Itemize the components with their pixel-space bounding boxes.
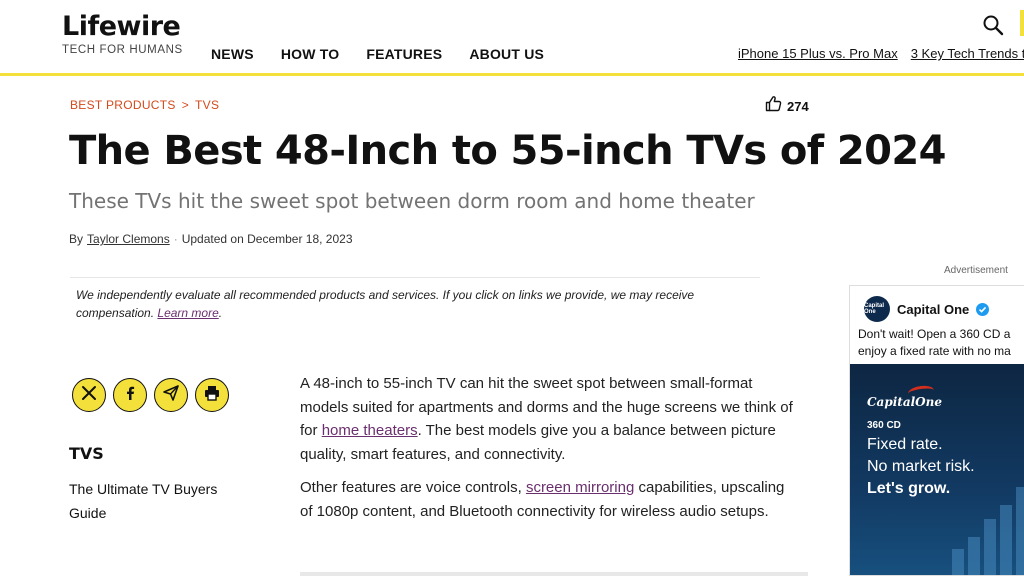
ad-headline-3: Let's grow.	[867, 480, 951, 497]
share-buttons	[72, 378, 229, 412]
ad-brand-avatar: Capital One	[864, 296, 890, 322]
screen-mirroring-link[interactable]: screen mirroring	[526, 479, 634, 496]
content-divider	[300, 572, 808, 576]
logo-wordmark[interactable]: Lifewire	[62, 12, 183, 42]
article-body: A 48-inch to 55-inch TV can hit the swee…	[300, 372, 800, 533]
search-icon[interactable]	[982, 14, 1004, 36]
breadcrumb: BEST PRODUCTS > TVS	[70, 98, 219, 112]
p2-text-a: Other features are voice controls,	[300, 479, 526, 496]
byline: By Taylor Clemons · Updated on December …	[69, 232, 353, 246]
share-email-button[interactable]	[154, 378, 188, 412]
advertisement[interactable]: Capital One Capital One Don't wait! Open…	[849, 285, 1024, 576]
print-button[interactable]	[195, 378, 229, 412]
ad-brand-name[interactable]: Capital One	[897, 302, 969, 317]
share-facebook-button[interactable]	[113, 378, 147, 412]
ad-headline-1: Fixed rate.	[867, 436, 943, 453]
ad-chart-bar	[1016, 487, 1024, 575]
article-paragraph-1: A 48-inch to 55-inch TV can hit the swee…	[300, 372, 800, 466]
share-x-button[interactable]	[72, 378, 106, 412]
nav-news[interactable]: NEWS	[211, 46, 254, 62]
send-icon	[162, 384, 180, 407]
disclosure-notice: We independently evaluate all recommende…	[70, 277, 760, 328]
ad-chart-bar	[984, 519, 996, 575]
byline-separator: ·	[173, 232, 178, 246]
disclosure-period: .	[218, 306, 223, 320]
ad-header: Capital One Capital One	[864, 296, 990, 322]
ad-chart-bar	[1000, 505, 1012, 575]
trending-link-iphone[interactable]: iPhone 15 Plus vs. Pro Max	[738, 46, 898, 61]
verified-badge-icon	[976, 302, 990, 316]
byline-by: By	[69, 232, 84, 246]
ad-creative[interactable]: CapitalOne 360 CD Fixed rate. No market …	[850, 364, 1024, 575]
facebook-icon	[122, 385, 138, 406]
ad-copy: Don't wait! Open a 360 CD a enjoy a fixe…	[858, 326, 1024, 360]
ad-copy-line-1: Don't wait! Open a 360 CD a	[858, 327, 1011, 341]
author-link[interactable]: Taylor Clemons	[87, 232, 170, 246]
logo-tagline: TECH FOR HUMANS	[62, 44, 183, 56]
site-header: Lifewire TECH FOR HUMANS NEWS HOW TO FEA…	[0, 0, 1024, 76]
ad-copy-line-2: enjoy a fixed rate with no ma	[858, 344, 1011, 358]
ad-headline-2: No market risk.	[867, 458, 975, 475]
breadcrumb-separator: >	[181, 98, 190, 112]
page-title: The Best 48-Inch to 55-inch TVs of 2024	[69, 128, 946, 174]
toc-item-buyers-guide[interactable]: The Ultimate TV Buyers Guide	[69, 477, 239, 525]
nav-how-to[interactable]: HOW TO	[281, 46, 340, 62]
page-subtitle: These TVs hit the sweet spot between dor…	[69, 189, 755, 213]
learn-more-link[interactable]: Learn more	[157, 306, 218, 320]
ad-product-name: 360 CD	[867, 420, 901, 431]
ad-creative-logo: CapitalOne	[867, 395, 942, 409]
breadcrumb-tvs[interactable]: TVS	[195, 98, 219, 112]
menu-tab[interactable]	[1020, 10, 1024, 36]
toc-heading: TVS	[69, 444, 104, 463]
x-icon	[81, 385, 97, 406]
like-count: 274	[787, 98, 809, 114]
nav-about-us[interactable]: ABOUT US	[469, 46, 544, 62]
like-button[interactable]: 274	[765, 95, 809, 117]
trending-link-tech-trends[interactable]: 3 Key Tech Trends to	[911, 46, 1024, 61]
updated-date: Updated on December 18, 2023	[181, 232, 353, 246]
ad-label: Advertisement	[944, 265, 1008, 276]
home-theaters-link[interactable]: home theaters	[322, 422, 418, 439]
site-logo[interactable]: Lifewire TECH FOR HUMANS	[62, 12, 183, 57]
article-paragraph-2: Other features are voice controls, scree…	[300, 476, 800, 523]
print-icon	[203, 384, 221, 407]
ad-chart-bar	[968, 537, 980, 575]
ad-chart-bar	[952, 549, 964, 575]
nav-features[interactable]: FEATURES	[366, 46, 442, 62]
breadcrumb-best-products[interactable]: BEST PRODUCTS	[70, 98, 176, 112]
thumbs-up-icon	[765, 95, 782, 117]
main-nav: NEWS HOW TO FEATURES ABOUT US	[211, 46, 544, 62]
trending-links: iPhone 15 Plus vs. Pro Max 3 Key Tech Tr…	[738, 46, 1024, 61]
